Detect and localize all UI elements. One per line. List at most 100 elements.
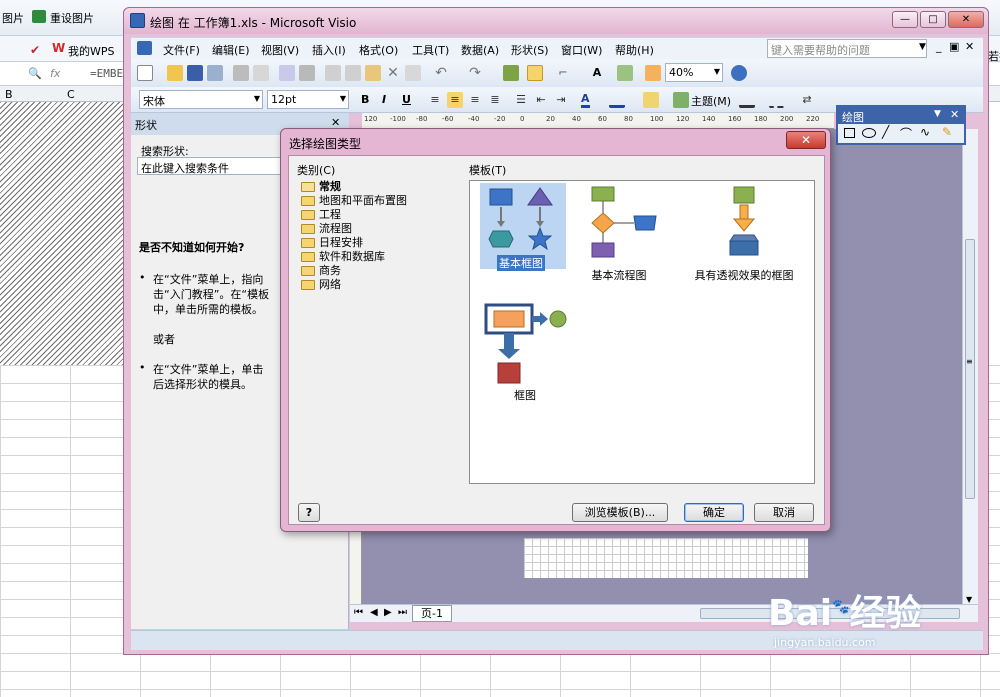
theme-button[interactable]: 主题(M) — [691, 93, 731, 109]
font-size-select[interactable]: 12pt ▼ — [267, 90, 349, 109]
format-painter-icon[interactable] — [405, 65, 421, 81]
menu-data[interactable]: 数据(A) — [461, 42, 499, 58]
pencil-tool-icon[interactable]: ✎ — [942, 125, 952, 139]
column-header[interactable]: C — [67, 88, 75, 101]
undo-icon[interactable]: ↶ — [433, 65, 449, 81]
redo-icon[interactable]: ↷ — [467, 65, 483, 81]
prev-page-icon[interactable]: ◀ — [370, 607, 378, 618]
horizontal-ruler[interactable]: 120 -100 -80 -60 -40 -20 0 20 40 60 80 100 120 140 160… — [362, 113, 834, 129]
menu-window[interactable]: 窗口(W) — [561, 42, 602, 58]
document-icon[interactable] — [137, 41, 152, 55]
italic-button[interactable]: I — [382, 93, 386, 106]
spelling-icon[interactable] — [279, 65, 295, 81]
category-item[interactable]: 工程 — [301, 208, 341, 222]
category-item[interactable]: 商务 — [301, 264, 341, 278]
line-pattern-icon[interactable] — [769, 92, 785, 108]
line-weight-icon[interactable] — [739, 92, 755, 108]
template-basic-flowchart[interactable]: 基本流程图 — [574, 183, 664, 283]
restore-button[interactable]: □ — [920, 11, 946, 28]
reset-picture-button[interactable]: 重设图片 — [50, 10, 94, 26]
text-tool-icon[interactable]: A — [589, 65, 605, 81]
underline-button[interactable]: U — [402, 93, 411, 106]
permission-icon[interactable] — [207, 65, 223, 81]
doc-restore-button[interactable]: ▣ — [949, 40, 959, 53]
ellipse-tool-icon[interactable] — [862, 128, 876, 138]
next-page-icon[interactable]: ▶ — [384, 607, 392, 618]
zoom-icon[interactable]: 🔍 — [28, 67, 42, 80]
template-basic-block-diagram[interactable]: 基本框图 — [480, 183, 566, 271]
bullets-icon[interactable]: ☰ — [513, 92, 529, 108]
theme-icon[interactable] — [673, 92, 689, 108]
align-right-icon[interactable]: ≡ — [467, 92, 483, 108]
category-item[interactable]: 网络 — [301, 278, 341, 292]
cancel-button[interactable]: 取消 — [754, 503, 814, 522]
images-button[interactable]: 图片 — [2, 10, 24, 26]
browse-templates-button[interactable]: 浏览模板(B)... — [572, 503, 668, 522]
pan-zoom-icon[interactable] — [645, 65, 661, 81]
template-block-diagram-perspective[interactable]: 具有透视效果的框图 — [674, 183, 814, 283]
menu-help[interactable]: 帮助(H) — [615, 42, 654, 58]
stamp-tool-icon[interactable] — [617, 65, 633, 81]
category-item[interactable]: 软件和数据库 — [301, 250, 385, 264]
doc-close-button[interactable]: ✕ — [965, 40, 974, 53]
decrease-indent-icon[interactable]: ⇤ — [533, 92, 549, 108]
menu-tools[interactable]: 工具(T) — [412, 42, 449, 58]
align-center-icon[interactable]: ≡ — [447, 92, 463, 108]
line-tool-icon[interactable]: ╱ — [882, 125, 889, 139]
increase-indent-icon[interactable]: ⇥ — [553, 92, 569, 108]
line-ends-icon[interactable]: ⇄ — [799, 92, 815, 108]
fill-color-icon[interactable] — [643, 92, 659, 108]
category-item[interactable]: 日程安排 — [301, 236, 363, 250]
rectangle-tool-icon[interactable] — [844, 128, 855, 138]
close-button[interactable]: ✕ — [948, 11, 984, 28]
template-block-diagram[interactable]: 框图 — [480, 301, 570, 405]
delete-icon[interactable]: ✕ — [385, 65, 401, 81]
pointer-tool-icon[interactable] — [527, 65, 543, 81]
copy-icon[interactable] — [345, 65, 361, 81]
font-color-button[interactable]: A — [581, 92, 590, 108]
help-button[interactable]: ? — [298, 503, 320, 522]
connector-tool-icon[interactable]: ⌐ — [555, 65, 571, 81]
paste-icon[interactable] — [365, 65, 381, 81]
arc-tool-icon[interactable]: ⌒ — [900, 125, 912, 142]
cut-icon[interactable] — [325, 65, 341, 81]
category-item[interactable]: 流程图 — [301, 222, 352, 236]
zoom-select[interactable]: 40% ▼ — [665, 63, 723, 82]
first-page-icon[interactable]: ⏮ — [354, 607, 363, 618]
drawing-palette-header[interactable]: 绘图 ▼ ✕ — [838, 107, 964, 124]
menu-view[interactable]: 视图(V) — [261, 42, 299, 58]
justify-icon[interactable]: ≣ — [487, 92, 503, 108]
doc-minimize-button[interactable]: _ — [936, 40, 942, 53]
page-tab[interactable]: 页-1 — [412, 605, 452, 622]
line-color-icon[interactable] — [609, 92, 625, 108]
last-page-icon[interactable]: ⏭ — [398, 607, 407, 618]
drawing-page[interactable] — [524, 538, 808, 578]
shapes-window-icon[interactable] — [503, 65, 519, 81]
print-preview-icon[interactable] — [253, 65, 269, 81]
vertical-scrollbar[interactable]: ≡ ▼ — [962, 129, 978, 604]
column-header[interactable]: B — [5, 88, 13, 101]
freeform-tool-icon[interactable]: ∿ — [920, 125, 930, 139]
help-search-input[interactable]: 键入需要帮助的问题 — [767, 39, 927, 58]
help-icon[interactable] — [731, 65, 747, 81]
font-select[interactable]: 宋体 ▼ — [139, 90, 263, 109]
print-icon[interactable] — [233, 65, 249, 81]
new-icon[interactable] — [137, 65, 153, 81]
formula-value[interactable]: =EMBE — [90, 67, 123, 80]
category-item[interactable]: 地图和平面布置图 — [301, 194, 407, 208]
align-left-icon[interactable]: ≡ — [427, 92, 443, 108]
mywps-link[interactable]: 我的WPS — [68, 43, 115, 59]
chevron-down-icon[interactable]: ▼ — [919, 42, 926, 52]
research-icon[interactable] — [299, 65, 315, 81]
minimize-button[interactable]: — — [892, 11, 918, 28]
category-item[interactable]: 常规 — [301, 180, 341, 194]
menu-shape[interactable]: 形状(S) — [511, 42, 549, 58]
save-icon[interactable] — [187, 65, 203, 81]
menu-edit[interactable]: 编辑(E) — [212, 42, 250, 58]
chevron-down-icon[interactable]: ▼ — [966, 595, 972, 604]
title-bar[interactable]: 绘图 在 工作簿1.xls - Microsoft Visio — □ ✕ — [124, 8, 988, 34]
open-icon[interactable] — [167, 65, 183, 81]
ok-button[interactable]: 确定 — [684, 503, 744, 522]
menu-insert[interactable]: 插入(I) — [312, 42, 346, 58]
visio-app-icon[interactable] — [130, 13, 145, 28]
